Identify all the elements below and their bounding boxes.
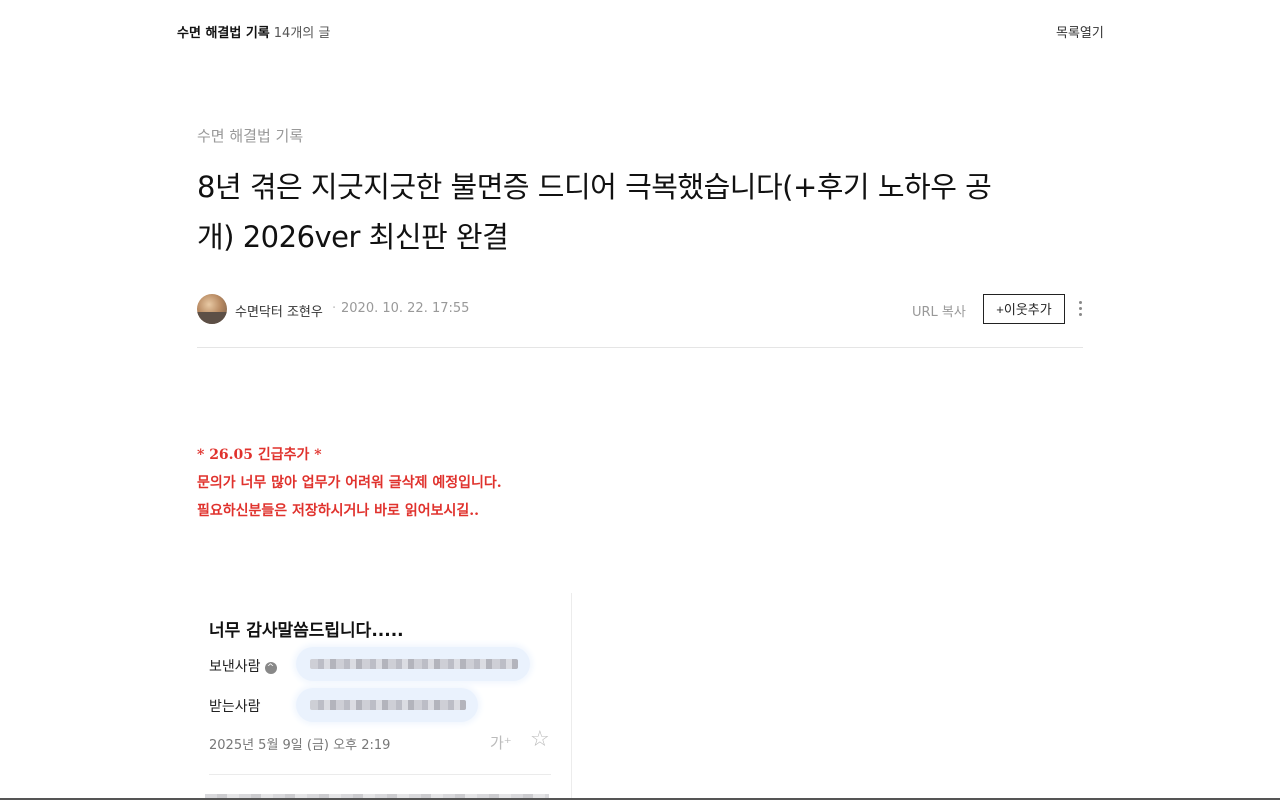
sender-label: 보낸사람 (209, 659, 261, 675)
header-divider (197, 347, 1083, 348)
sender-address-blurred (296, 647, 530, 681)
blur-pixels (310, 659, 518, 669)
post-date: 2020. 10. 22. 17:55 (341, 301, 470, 316)
post-title: 8년 겪은 지긋지긋한 불면증 드디어 극복했습니다(+후기 노하우 공 개) … (197, 162, 1077, 262)
email-divider (209, 774, 551, 775)
meta-separator: · (332, 301, 337, 316)
font-size-icon: 가⁺ (490, 734, 512, 752)
email-subject: 너무 감사말씀드립니다..... (209, 621, 404, 641)
add-neighbor-button[interactable]: +이웃추가 (983, 294, 1065, 324)
blur-pixels (310, 700, 466, 710)
blog-name-label[interactable]: 수면 해결법 기록 (177, 26, 270, 41)
more-vertical-icon[interactable] (1075, 299, 1085, 319)
url-copy-button[interactable]: URL 복사 (912, 301, 966, 320)
post-category[interactable]: 수면 해결법 기록 (197, 125, 303, 146)
top-bar: 수면 해결법 기록 14개의 글 목록열기 (0, 0, 1280, 60)
post-count: 14개의 글 (273, 26, 331, 41)
post-title-line-1: 8년 겪은 지긋지긋한 불면증 드디어 극복했습니다(+후기 노하우 공 (197, 170, 992, 204)
sender-row: 보낸사람 ^ (209, 656, 277, 676)
author-name[interactable]: 수면닥터 조현우 (235, 301, 323, 320)
notice-line-1: * 26.05 긴급추가 * (197, 447, 322, 463)
urgent-notice: * 26.05 긴급추가 * 문의가 너무 많아 업무가 어려워 글삭제 예정입… (197, 441, 502, 525)
email-screenshot-image: 너무 감사말씀드립니다..... 보낸사람 ^ 받는사람 2025년 5월 9일 … (197, 593, 572, 800)
email-date: 2025년 5월 9일 (금) 오후 2:19 (209, 738, 391, 753)
recipient-label: 받는사람 (209, 699, 261, 715)
list-open-button[interactable]: 목록열기 (1056, 22, 1104, 41)
notice-line-3: 필요하신분들은 저장하시거나 바로 읽어보시길.. (197, 503, 479, 519)
blog-name[interactable]: 수면 해결법 기록 14개의 글 (177, 22, 330, 41)
star-icon: ☆ (530, 727, 550, 752)
post-meta: 수면닥터 조현우 · 2020. 10. 22. 17:55 URL 복사 +이… (197, 294, 1083, 324)
post-title-line-2: 개) 2026ver 최신판 완결 (197, 220, 509, 254)
author-avatar[interactable] (197, 294, 227, 324)
recipient-address-blurred (296, 688, 478, 722)
info-icon: ^ (264, 662, 277, 674)
avatar-image (197, 312, 227, 324)
notice-line-2: 문의가 너무 많아 업무가 어려워 글삭제 예정입니다. (197, 475, 502, 491)
